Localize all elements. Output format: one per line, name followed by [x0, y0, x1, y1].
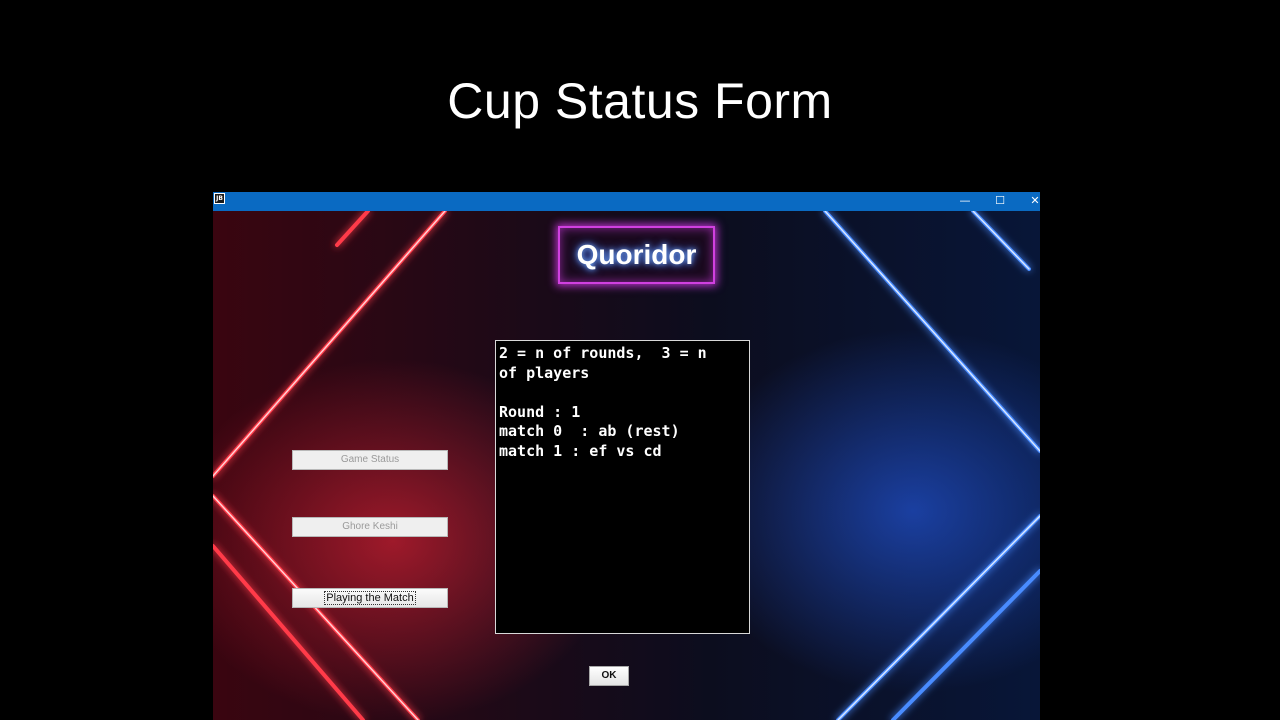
app-window: JB — ☐ ✕ Quoridor Game Status Ghore Kesh…	[213, 192, 1040, 720]
ok-button[interactable]: OK	[589, 666, 629, 686]
app-icon: JB	[214, 193, 225, 204]
cup-status-textarea[interactable]: 2 = n of rounds, 3 = n of players Round …	[495, 340, 750, 634]
logo-text: Quoridor	[576, 239, 697, 270]
window-titlebar[interactable]: JB — ☐ ✕	[213, 192, 1040, 211]
slide-title: Cup Status Form	[447, 73, 833, 129]
window-content: Quoridor Game Status Ghore Keshi Playing…	[213, 211, 1040, 720]
maximize-button[interactable]: ☐	[985, 192, 1015, 211]
close-button[interactable]: ✕	[1020, 192, 1040, 211]
game-status-button[interactable]: Game Status	[292, 450, 448, 470]
playing-the-match-button[interactable]: Playing the Match	[292, 588, 448, 608]
minimize-button[interactable]: —	[950, 192, 980, 211]
quoridor-logo: Quoridor	[558, 226, 715, 284]
ghore-keshi-button[interactable]: Ghore Keshi	[292, 517, 448, 537]
playing-the-match-label: Playing the Match	[324, 591, 416, 605]
